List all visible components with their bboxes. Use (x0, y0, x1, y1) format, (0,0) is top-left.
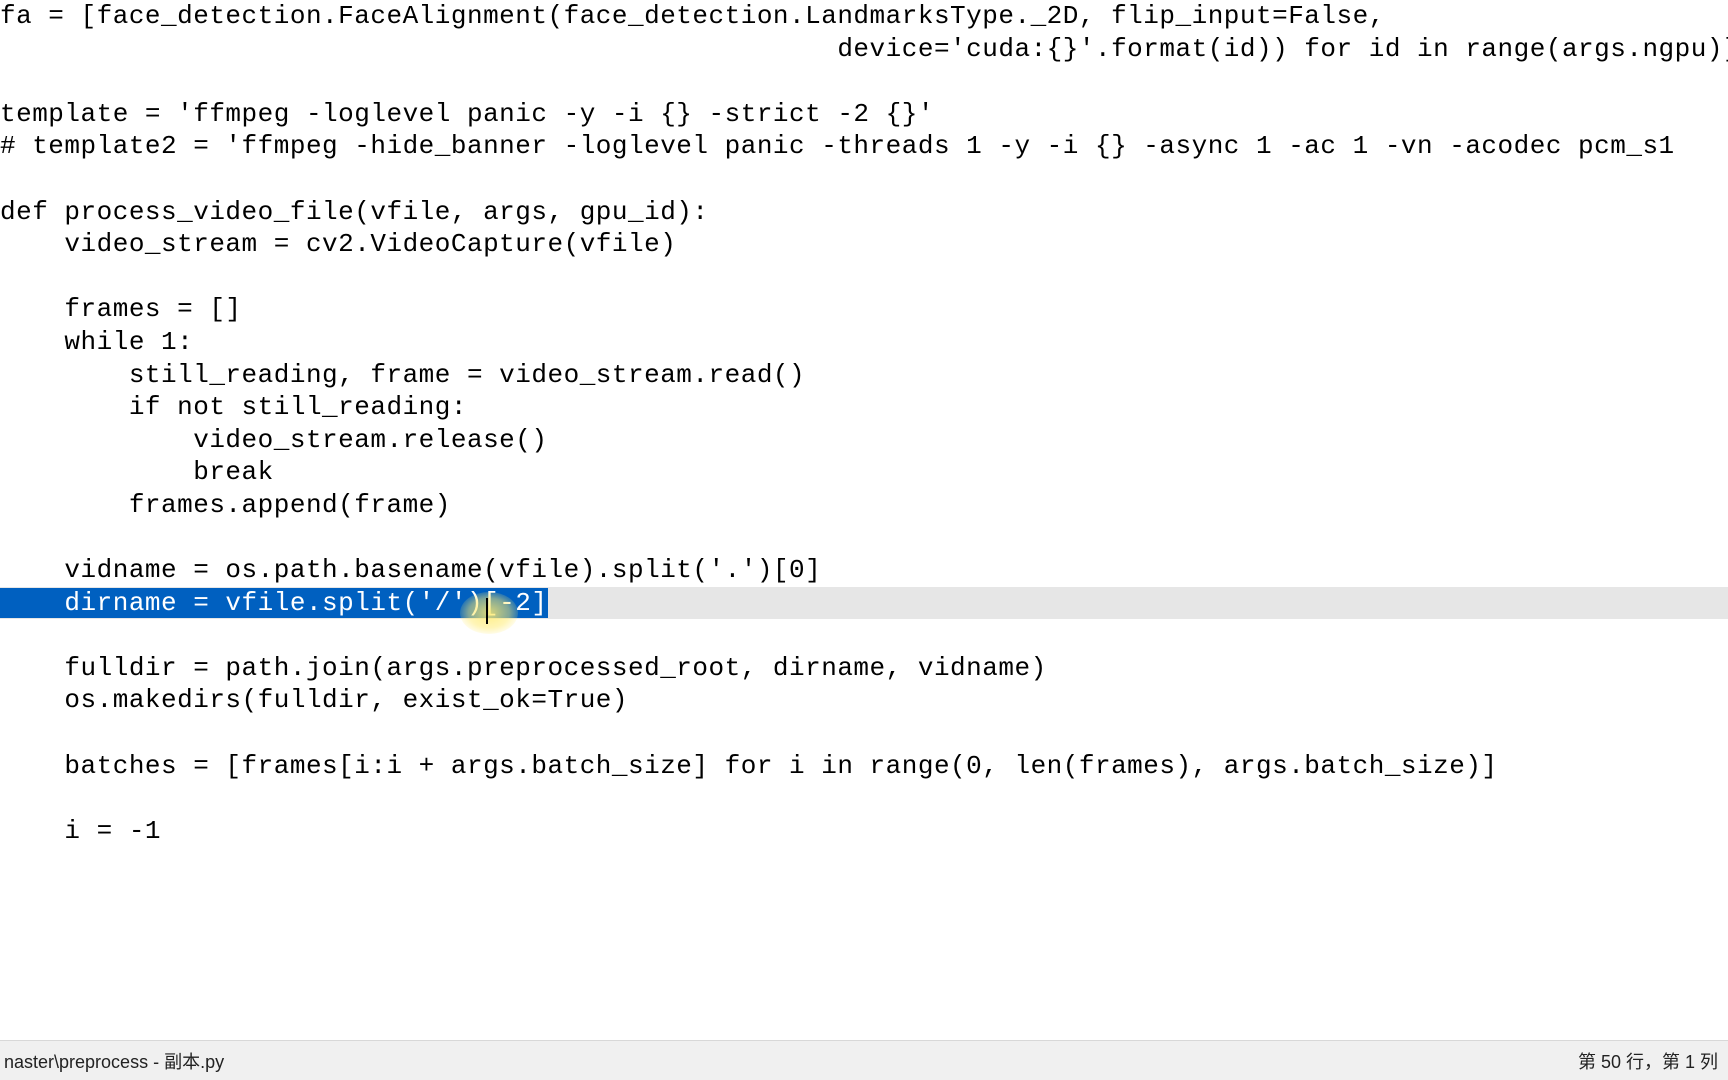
code-line[interactable]: video_stream = cv2.VideoCapture(vfile) (0, 228, 1728, 261)
code-line[interactable]: while 1: (0, 326, 1728, 359)
code-line[interactable]: def process_video_file(vfile, args, gpu_… (0, 196, 1728, 229)
code-line[interactable]: device='cuda:{}'.format(id)) for id in r… (0, 33, 1728, 66)
code-line[interactable]: fulldir = path.join(args.preprocessed_ro… (0, 652, 1728, 685)
status-cursor-position: 第 50 行，第 1 列 (1578, 1048, 1718, 1074)
code-line[interactable] (0, 717, 1728, 750)
code-line[interactable]: i = -1 (0, 815, 1728, 848)
code-line[interactable]: frames.append(frame) (0, 489, 1728, 522)
status-filepath: naster\preprocess - 副本.py (4, 1048, 224, 1074)
code-line[interactable]: template = 'ffmpeg -loglevel panic -y -i… (0, 98, 1728, 131)
code-line[interactable]: video_stream.release() (0, 424, 1728, 457)
code-line[interactable] (0, 619, 1728, 652)
status-bar: naster\preprocess - 副本.py 第 50 行，第 1 列 (0, 1040, 1728, 1080)
code-line[interactable]: still_reading, frame = video_stream.read… (0, 359, 1728, 392)
text-selection: dirname = vfile.split('/')[-2] (0, 588, 548, 618)
code-line[interactable] (0, 782, 1728, 815)
code-line[interactable]: frames = [] (0, 293, 1728, 326)
code-line[interactable] (0, 261, 1728, 294)
code-line[interactable] (0, 522, 1728, 555)
code-line[interactable]: if not still_reading: (0, 391, 1728, 424)
code-line[interactable]: fa = [face_detection.FaceAlignment(face_… (0, 0, 1728, 33)
code-line[interactable]: vidname = os.path.basename(vfile).split(… (0, 554, 1728, 587)
code-line[interactable]: dirname = vfile.split('/')[-2] (0, 587, 1728, 620)
text-caret (486, 598, 488, 624)
code-editor[interactable]: fa = [face_detection.FaceAlignment(face_… (0, 0, 1728, 1040)
code-line[interactable]: batches = [frames[i:i + args.batch_size]… (0, 750, 1728, 783)
code-line[interactable]: # template2 = 'ffmpeg -hide_banner -logl… (0, 130, 1728, 163)
code-line[interactable]: os.makedirs(fulldir, exist_ok=True) (0, 684, 1728, 717)
code-line[interactable] (0, 65, 1728, 98)
code-line[interactable] (0, 163, 1728, 196)
code-line[interactable]: break (0, 456, 1728, 489)
